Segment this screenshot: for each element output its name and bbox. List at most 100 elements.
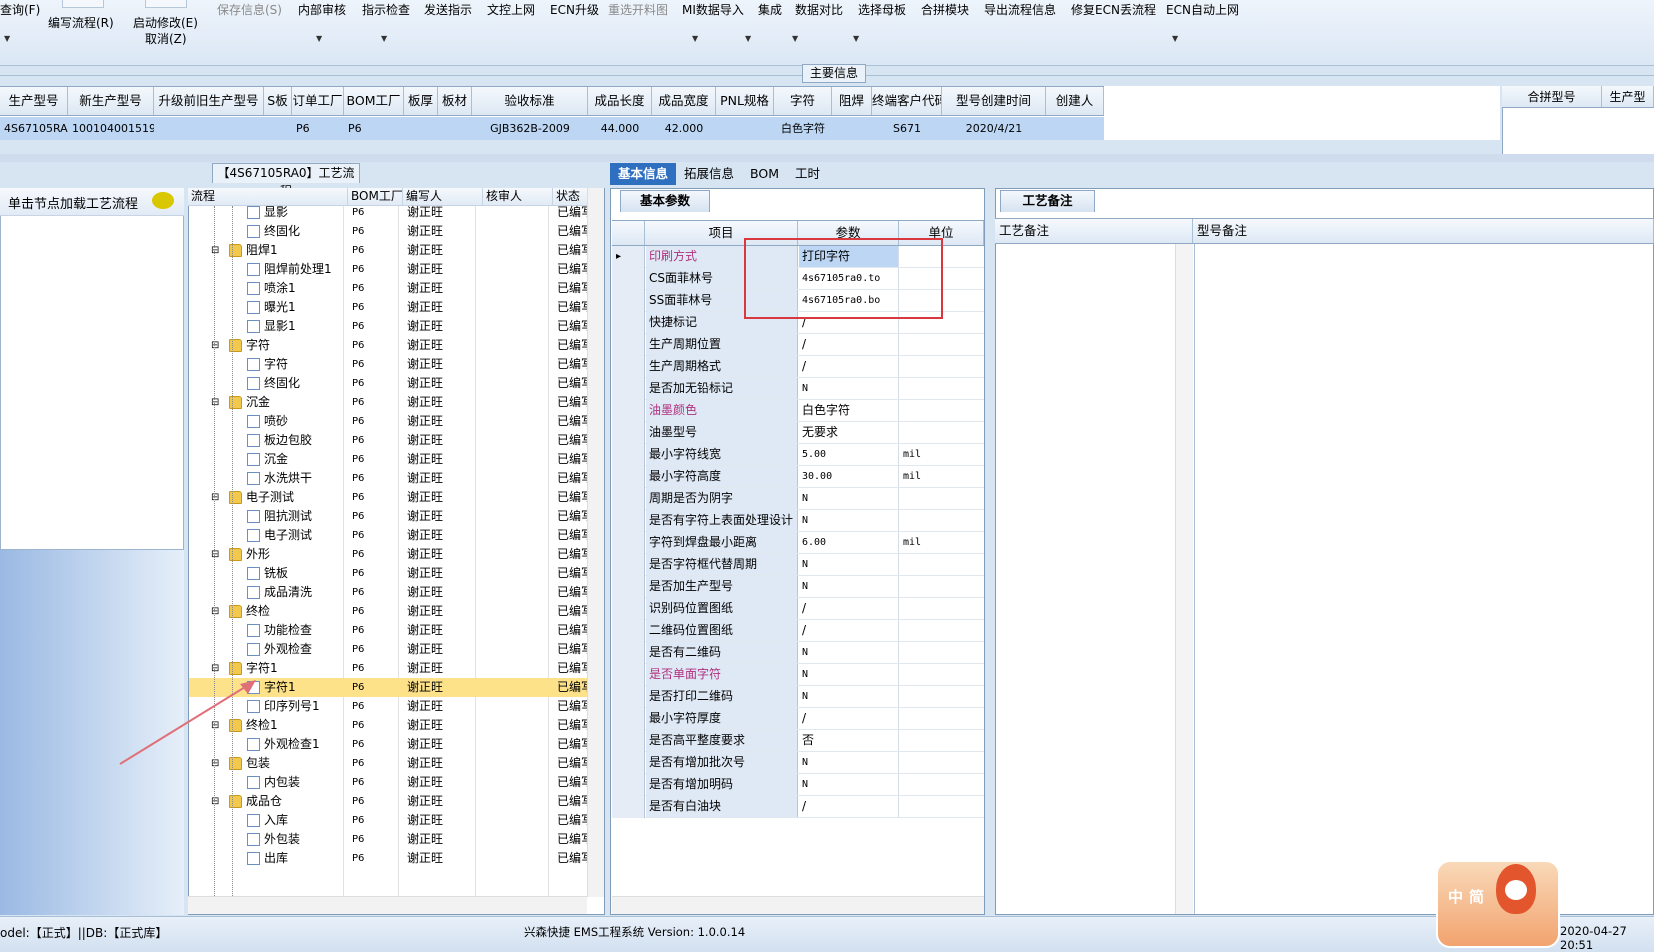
dropdown-arrow-icon[interactable]: ▼ xyxy=(1172,34,1178,43)
tree-row[interactable]: 功能检查 P6 谢正旺 已编写 xyxy=(189,621,587,640)
expand-toggle-icon[interactable]: ⊟ xyxy=(211,393,219,412)
tree-row[interactable]: 喷砂 P6 谢正旺 已编写 xyxy=(189,412,587,431)
row-selector[interactable] xyxy=(612,752,645,774)
tree-row[interactable]: 显影1 P6 谢正旺 已编写 xyxy=(189,317,587,336)
param-row[interactable]: 字符到焊盘最小距离 6.00 mil xyxy=(612,532,984,554)
table-header-cell[interactable]: 验收标准 xyxy=(472,87,588,115)
param-row[interactable]: 是否有字符上表面处理设计 N xyxy=(612,510,984,532)
param-row[interactable]: 是否有增加明码 N xyxy=(612,774,984,796)
row-selector[interactable] xyxy=(612,422,645,444)
param-value[interactable]: N xyxy=(799,642,899,663)
process-notes-tab[interactable]: 工艺备注 xyxy=(1000,190,1095,212)
toolbar-button[interactable]: MI数据导入 xyxy=(682,1,744,18)
param-row[interactable]: 最小字符厚度 / xyxy=(612,708,984,730)
tree-row[interactable]: ⊟ 包装 P6 谢正旺 已编写 xyxy=(189,754,587,773)
row-selector[interactable] xyxy=(612,532,645,554)
tree-row[interactable]: 电子测试 P6 谢正旺 已编写 xyxy=(189,526,587,545)
tree-row[interactable]: 入库 P6 谢正旺 已编写 xyxy=(189,811,587,830)
row-selector[interactable] xyxy=(612,466,645,488)
product-table-row[interactable]: 4S67105RA010010400151958 P6P6 GJB362B-2009… xyxy=(0,117,1104,140)
param-row[interactable]: 是否加生产型号 N xyxy=(612,576,984,598)
parameters-horizontal-scrollbar[interactable] xyxy=(612,896,984,914)
table-header-cell[interactable]: 订单工厂 xyxy=(292,87,344,115)
toolbar-button[interactable]: 集成 xyxy=(758,1,782,18)
process-flow-tab[interactable]: 【4S67105RA0】工艺流程 xyxy=(212,163,360,198)
detail-tab[interactable]: 基本信息 xyxy=(610,163,677,185)
table-cell[interactable] xyxy=(154,117,264,140)
tree-row[interactable]: ⊟ 阻焊1 P6 谢正旺 已编写 xyxy=(189,241,587,260)
param-row[interactable]: 二维码位置图纸 / xyxy=(612,620,984,642)
param-row[interactable]: 是否有白油块 / xyxy=(612,796,984,818)
notes-vertical-scrollbar[interactable] xyxy=(1175,244,1193,914)
tree-row[interactable]: 阻焊前处理1 P6 谢正旺 已编写 xyxy=(189,260,587,279)
toolbar-button[interactable]: 修复ECN丢流程 xyxy=(1071,1,1156,18)
param-row[interactable]: 是否打印二维码 N xyxy=(612,686,984,708)
tree-row[interactable]: 板边包胶 P6 谢正旺 已编写 xyxy=(189,431,587,450)
dropdown-arrow-icon[interactable]: ▼ xyxy=(381,34,387,43)
toolbar-button[interactable]: 编写流程(R) xyxy=(48,14,114,31)
toolbar-button[interactable]: ECN升级 xyxy=(550,1,599,18)
tree-row[interactable]: 铣板 P6 谢正旺 已编写 xyxy=(189,564,587,583)
param-value[interactable]: / xyxy=(799,708,899,729)
param-row[interactable]: 是否有二维码 N xyxy=(612,642,984,664)
column-header[interactable]: 型号备注 xyxy=(1193,219,1654,243)
table-cell[interactable]: P6 xyxy=(344,117,404,140)
param-row[interactable]: 周期是否为阴字 N xyxy=(612,488,984,510)
table-header-cell[interactable]: 终端客户代码 xyxy=(872,87,942,115)
param-row[interactable]: 是否加无铅标记 N xyxy=(612,378,984,400)
tree-row[interactable]: 显影 P6 谢正旺 已编写 xyxy=(189,203,587,222)
tree-row[interactable]: 阻抗测试 P6 谢正旺 已编写 xyxy=(189,507,587,526)
param-value[interactable]: 白色字符 xyxy=(799,400,899,421)
tree-row[interactable]: 外观检查1 P6 谢正旺 已编写 xyxy=(189,735,587,754)
row-selector[interactable] xyxy=(612,796,645,818)
row-selector[interactable] xyxy=(612,378,645,400)
dropdown-arrow-icon[interactable]: ▼ xyxy=(792,34,798,43)
param-row[interactable]: 是否单面字符 N xyxy=(612,664,984,686)
tree-row[interactable]: 出库 P6 谢正旺 已编写 xyxy=(189,849,587,868)
toolbar-button[interactable]: 导出流程信息 xyxy=(984,1,1056,18)
tree-row[interactable]: 外包装 P6 谢正旺 已编写 xyxy=(189,830,587,849)
table-header-cell[interactable]: 成品宽度 xyxy=(652,87,716,115)
row-selector[interactable] xyxy=(612,598,645,620)
detail-tab[interactable]: 拓展信息 xyxy=(676,163,742,185)
tree-row[interactable]: 喷涂1 P6 谢正旺 已编写 xyxy=(189,279,587,298)
row-selector[interactable] xyxy=(612,554,645,576)
expand-toggle-icon[interactable]: ⊟ xyxy=(211,241,219,260)
detail-tab[interactable]: 工时 xyxy=(787,163,828,185)
table-cell[interactable] xyxy=(1046,117,1104,140)
tree-row[interactable]: ⊟ 沉金 P6 谢正旺 已编写 xyxy=(189,393,587,412)
process-tree-horizontal-scrollbar[interactable] xyxy=(188,896,587,914)
row-selector-header[interactable] xyxy=(612,221,645,245)
table-cell[interactable] xyxy=(832,117,872,140)
tree-row[interactable]: ⊟ 终检 P6 谢正旺 已编写 xyxy=(189,602,587,621)
param-value[interactable]: 否 xyxy=(799,730,899,751)
tree-row[interactable]: 外观检查 P6 谢正旺 已编写 xyxy=(189,640,587,659)
row-selector[interactable] xyxy=(612,510,645,532)
param-value[interactable]: N xyxy=(799,576,899,597)
param-value[interactable]: N xyxy=(799,686,899,707)
param-value[interactable]: N xyxy=(799,664,899,685)
table-header-cell[interactable]: 升级前旧生产型号 xyxy=(154,87,264,115)
table-header-cell[interactable]: 合拼型号 xyxy=(1502,86,1602,107)
table-header-cell[interactable]: 成品长度 xyxy=(588,87,652,115)
table-header-cell[interactable]: 新生产型号 xyxy=(68,87,154,115)
toolbar-button[interactable]: 查询(F) xyxy=(0,1,40,18)
tree-row[interactable]: ⊟ 字符1 P6 谢正旺 已编写 xyxy=(189,659,587,678)
table-cell[interactable]: 42.000 xyxy=(652,117,716,140)
param-value[interactable]: N xyxy=(799,774,899,795)
column-header[interactable]: 工艺备注 xyxy=(995,219,1193,243)
tree-row[interactable]: 终固化 P6 谢正旺 已编写 xyxy=(189,374,587,393)
tree-row[interactable]: 沉金 P6 谢正旺 已编写 xyxy=(189,450,587,469)
row-selector[interactable] xyxy=(612,664,645,686)
tree-row[interactable]: 成品清洗 P6 谢正旺 已编写 xyxy=(189,583,587,602)
tree-row[interactable]: ⊟ 终检1 P6 谢正旺 已编写 xyxy=(189,716,587,735)
table-cell[interactable] xyxy=(264,117,292,140)
table-header-cell[interactable]: 字符 xyxy=(774,87,832,115)
row-selector[interactable] xyxy=(612,312,645,334)
expand-toggle-icon[interactable]: ⊟ xyxy=(211,336,219,355)
toolbar-button[interactable]: 数据对比 xyxy=(795,1,843,18)
param-row[interactable]: 生产周期格式 / xyxy=(612,356,984,378)
toolbar-input-box[interactable] xyxy=(145,0,187,8)
row-selector[interactable] xyxy=(612,488,645,510)
table-cell[interactable] xyxy=(438,117,472,140)
